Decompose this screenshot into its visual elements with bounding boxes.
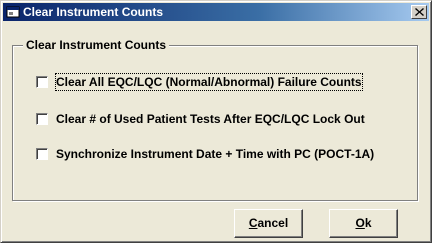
cancel-label-rest: ancel [257,216,289,230]
ok-accelerator: O [355,216,365,230]
synchronize-date-time-label[interactable]: Synchronize Instrument Date + Time with … [56,146,374,162]
dialog-window: Clear Instrument Counts Clear Instrument… [0,0,432,243]
cancel-button[interactable]: Cancel [234,209,303,238]
app-window-icon [6,5,20,19]
clear-failure-counts-label[interactable]: Clear All EQC/LQC (Normal/Abnormal) Fail… [55,73,363,91]
clear-used-patient-tests-label[interactable]: Clear # of Used Patient Tests After EQC/… [56,111,365,127]
close-button[interactable] [411,5,427,19]
close-icon [415,8,424,16]
ok-button[interactable]: Ok [329,209,398,238]
ok-label-rest: k [364,216,372,230]
groupbox-label: Clear Instrument Counts [23,38,170,52]
title-bar[interactable]: Clear Instrument Counts [3,3,429,21]
clear-used-patient-tests-checkbox[interactable] [36,113,48,125]
clear-failure-counts-checkbox[interactable] [36,76,48,88]
window-title: Clear Instrument Counts [23,5,164,19]
synchronize-date-time-checkbox[interactable] [36,148,48,160]
